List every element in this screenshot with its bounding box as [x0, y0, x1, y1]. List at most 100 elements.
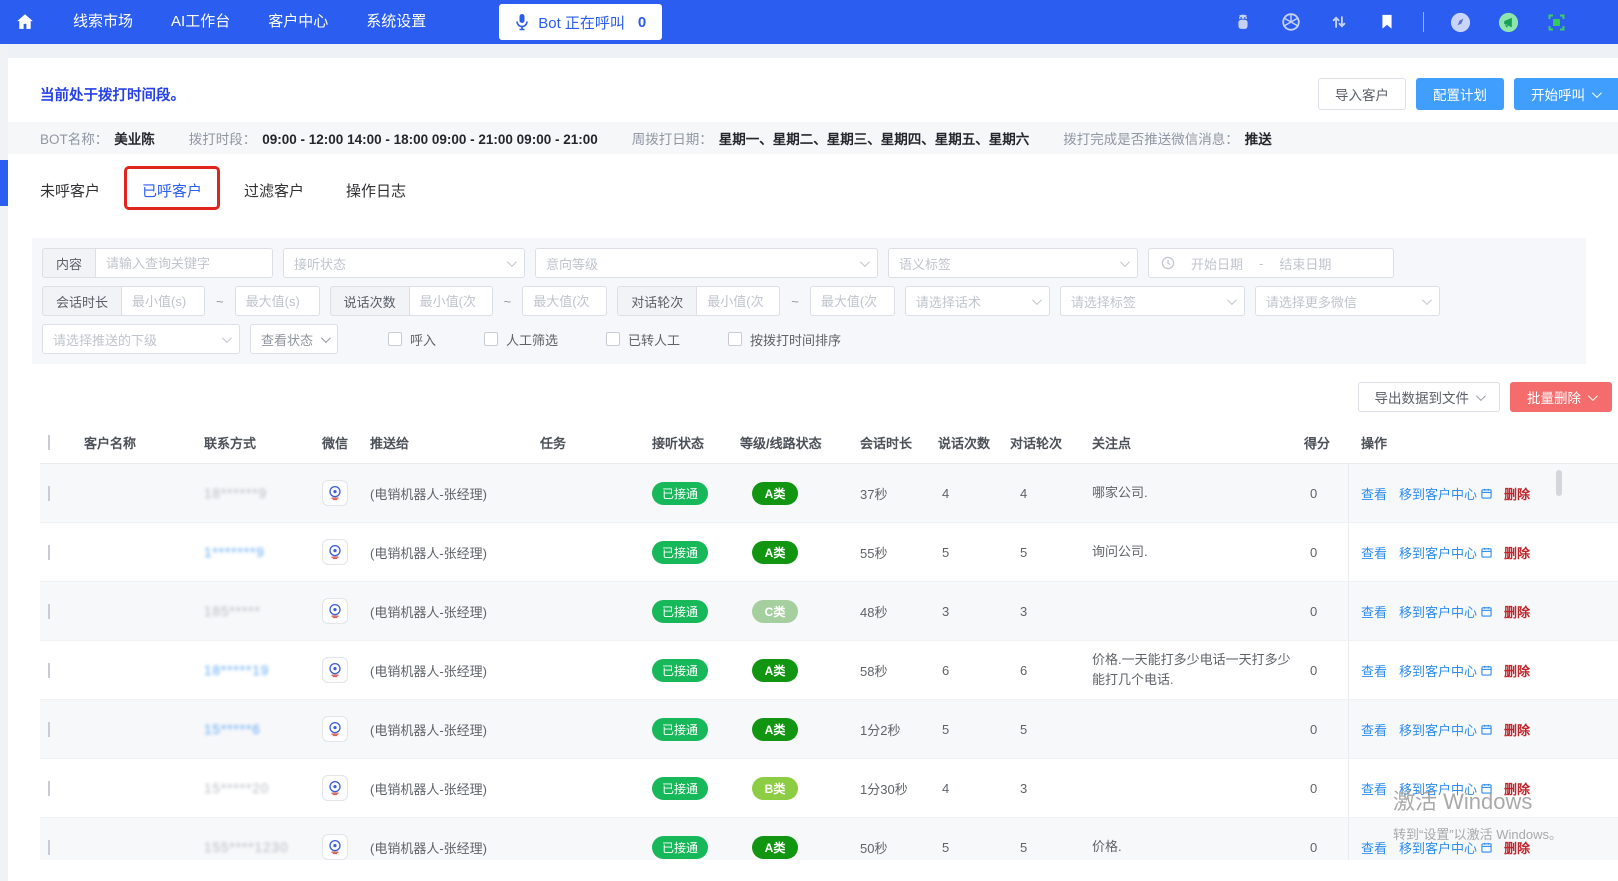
start-call-button[interactable]: 开始呼叫 [1514, 78, 1618, 110]
megaphone-extension-icon[interactable] [1496, 10, 1520, 34]
tab-uncalled-customers[interactable]: 未呼客户 [40, 180, 100, 201]
tab-filtered-customers[interactable]: 过滤客户 [244, 180, 304, 201]
view-link[interactable]: 查看 [1361, 484, 1387, 503]
delete-link[interactable]: 删除 [1504, 661, 1530, 680]
checkbox-sort-by-dial-time[interactable]: 按拨打时间排序 [728, 330, 841, 349]
turns-max-input[interactable] [809, 286, 895, 316]
tab-operation-log[interactable]: 操作日志 [346, 180, 406, 201]
duration-max-input[interactable] [234, 286, 320, 316]
move-link[interactable]: 移到客户中心 [1399, 543, 1492, 562]
speak-count-max-input[interactable] [522, 286, 608, 316]
compass-extension-icon[interactable] [1448, 10, 1472, 34]
wechat-app-icon[interactable] [322, 657, 348, 683]
aperture-extension-icon[interactable] [1279, 10, 1303, 34]
row-checkbox[interactable] [48, 780, 50, 796]
delete-link[interactable]: 删除 [1504, 484, 1530, 503]
move-link[interactable]: 移到客户中心 [1399, 661, 1492, 680]
move-link-text: 移到客户中心 [1399, 545, 1478, 561]
row-checkbox[interactable] [48, 544, 50, 560]
row-checkbox[interactable] [48, 839, 50, 855]
select-all-checkbox[interactable] [48, 435, 50, 450]
col-wechat: 微信 [322, 436, 349, 451]
intent-level-select[interactable]: 意向等级 [535, 248, 879, 278]
tag-select[interactable]: 请选择标签 [1059, 286, 1245, 316]
turns-cell: 5 [1020, 721, 1028, 737]
screenshot-extension-icon[interactable] [1544, 10, 1568, 34]
wechat-app-icon[interactable] [322, 834, 348, 860]
semantic-tag-select[interactable]: 语义标签 [888, 248, 1139, 278]
import-customers-button[interactable]: 导入客户 [1318, 78, 1406, 110]
view-link[interactable]: 查看 [1361, 779, 1387, 798]
status-pill: 已接通 [652, 658, 709, 682]
delete-link[interactable]: 删除 [1504, 838, 1530, 857]
more-wechat-select[interactable]: 请选择更多微信 [1254, 286, 1440, 316]
speak-count-min-input[interactable] [408, 286, 493, 316]
filter-row-2: 会话时长 ~ 说话次数 ~ 对话轮次 ~ 请选择话术 请选择标签 请选择更多微信 [42, 286, 1576, 316]
view-status-select[interactable]: 查看状态 [250, 324, 338, 354]
move-link[interactable]: 移到客户中心 [1399, 720, 1492, 739]
view-link[interactable]: 查看 [1361, 661, 1387, 680]
turns-cell: 6 [1020, 662, 1028, 678]
wechat-app-icon[interactable] [322, 716, 348, 742]
date-range-picker[interactable]: 开始日期 - 结束日期 [1148, 248, 1395, 278]
move-link[interactable]: 移到客户中心 [1399, 779, 1492, 798]
view-link[interactable]: 查看 [1361, 720, 1387, 739]
delete-link[interactable]: 删除 [1504, 720, 1530, 739]
pushed-subordinate-select[interactable]: 请选择推送的下级 [42, 324, 240, 354]
turns-min-input[interactable] [696, 286, 781, 316]
wechat-app-icon[interactable] [322, 598, 348, 624]
wechat-app-icon[interactable] [322, 775, 348, 801]
robot-extension-icon[interactable] [1231, 10, 1255, 34]
nav-item-clue-market[interactable]: 线索市场 [54, 0, 152, 44]
configure-plan-button[interactable]: 配置计划 [1416, 78, 1504, 110]
home-icon[interactable] [10, 7, 40, 37]
left-scrollbar-thumb[interactable] [0, 160, 8, 206]
wechat-push-field: 拨打完成是否推送微信消息： 推送 [1063, 132, 1272, 147]
table-scrollbar-thumb[interactable] [1556, 470, 1562, 496]
move-link[interactable]: 移到客户中心 [1399, 838, 1492, 857]
wechat-app-icon[interactable] [322, 539, 348, 565]
view-link[interactable]: 查看 [1361, 602, 1387, 621]
move-link[interactable]: 移到客户中心 [1399, 602, 1492, 621]
keyword-input[interactable] [95, 248, 274, 278]
tab-called-customers[interactable]: 已呼客户 [124, 165, 221, 210]
duration-min-input[interactable] [121, 286, 206, 316]
nav-item-system-settings[interactable]: 系统设置 [347, 0, 445, 44]
row-checkbox[interactable] [48, 721, 50, 737]
focus-cell: 价格. [1092, 839, 1122, 854]
nav-item-ai-workbench[interactable]: AI工作台 [152, 0, 249, 44]
bot-calling-button[interactable]: Bot 正在呼叫 0 [499, 4, 663, 40]
col-score: 得分 [1304, 436, 1331, 451]
updown-arrows-icon[interactable] [1327, 10, 1351, 34]
checkbox-manual-filter[interactable]: 人工筛选 [484, 330, 558, 349]
checkbox-transferred-label: 已转人工 [628, 332, 681, 348]
row-checkbox[interactable] [48, 485, 50, 501]
status-pill: 已接通 [652, 776, 709, 800]
speak-count-cell: 5 [942, 544, 950, 560]
date-separator: - [1259, 255, 1264, 271]
phone-number: 15*****20 [204, 780, 270, 796]
script-select[interactable]: 请选择话术 [904, 286, 1050, 316]
view-link[interactable]: 查看 [1361, 543, 1387, 562]
delete-link[interactable]: 删除 [1504, 602, 1530, 621]
batch-delete-button[interactable]: 批量删除 [1510, 382, 1612, 412]
nav-item-customer-center[interactable]: 客户中心 [249, 0, 347, 44]
wechat-app-icon[interactable] [322, 480, 348, 506]
move-link-text: 移到客户中心 [1399, 663, 1478, 679]
row-checkbox[interactable] [48, 662, 50, 678]
duration-cell: 1分30秒 [860, 781, 908, 797]
bookmark-icon[interactable] [1375, 10, 1399, 34]
answer-status-select[interactable]: 接听状态 [283, 248, 526, 278]
delete-link[interactable]: 删除 [1504, 543, 1530, 562]
left-scrollbar-track[interactable] [0, 44, 8, 881]
duration-cell: 58秒 [860, 663, 888, 679]
export-data-button[interactable]: 导出数据到文件 [1357, 382, 1500, 412]
delete-link[interactable]: 删除 [1504, 779, 1530, 798]
view-link[interactable]: 查看 [1361, 838, 1387, 857]
checkbox-transferred-to-human[interactable]: 已转人工 [606, 330, 680, 349]
row-checkbox[interactable] [48, 603, 50, 619]
move-link[interactable]: 移到客户中心 [1399, 484, 1492, 503]
checkbox-inbound[interactable]: 呼入 [388, 330, 436, 349]
chevron-down-icon [1031, 294, 1042, 305]
chevron-down-icon [221, 332, 232, 343]
